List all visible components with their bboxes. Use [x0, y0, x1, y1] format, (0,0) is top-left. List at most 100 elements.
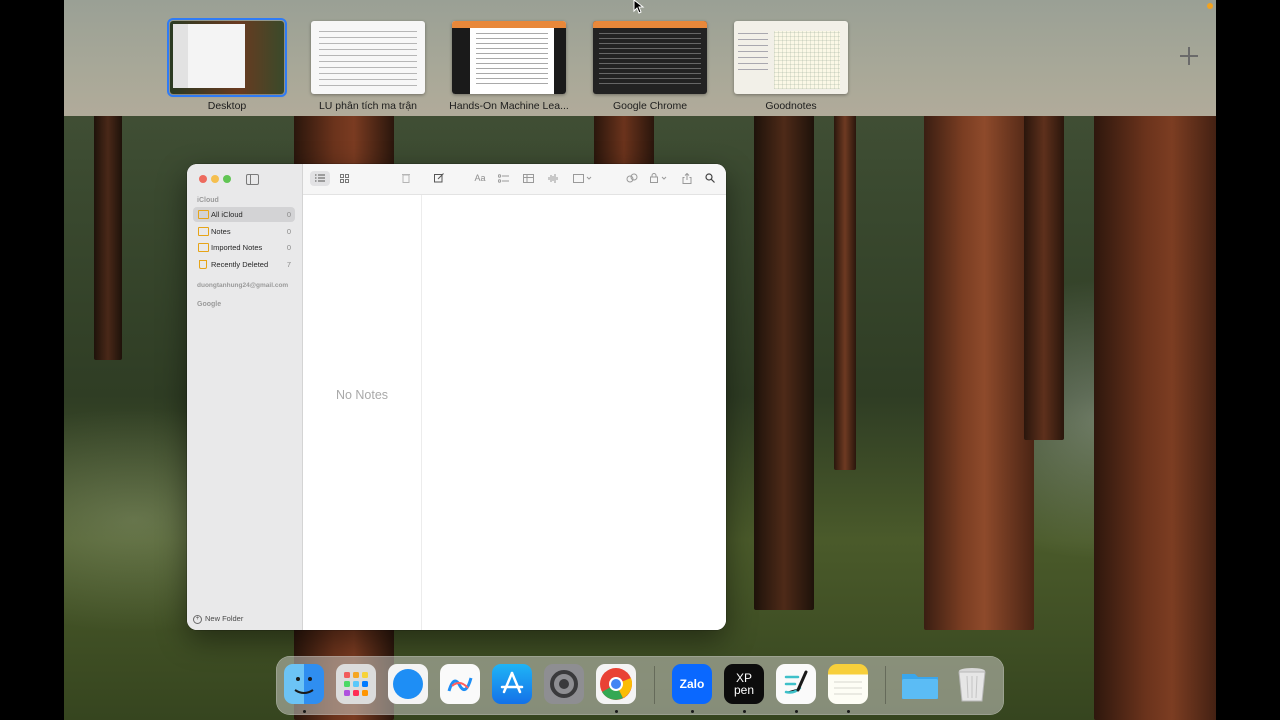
compose-icon	[434, 173, 444, 183]
space-label: Desktop	[207, 100, 247, 112]
mini-window	[173, 24, 245, 88]
plus-circle-icon: +	[193, 614, 202, 624]
waveform-icon	[548, 174, 558, 183]
folder-icon	[198, 210, 209, 219]
xppen-logo: XP pen	[724, 664, 764, 704]
wallpaper-tree	[1094, 110, 1216, 720]
dock-google-chrome[interactable]	[596, 664, 636, 704]
trash-icon	[199, 260, 207, 269]
trash-icon	[958, 668, 986, 702]
empty-state-text: No Notes	[335, 388, 389, 402]
audio-button[interactable]	[546, 171, 560, 186]
checklist-button[interactable]	[496, 171, 510, 186]
safari-compass-icon	[393, 669, 423, 699]
grid-icon	[339, 174, 349, 183]
notes-toolbar: Aa	[303, 164, 726, 195]
space-thumbnail	[311, 21, 425, 94]
space-label: LU phân tích ma trận	[318, 100, 418, 112]
folder-all-icloud[interactable]: All iCloud 0	[193, 207, 295, 222]
space-label: Google Chrome	[612, 100, 688, 112]
dock-finder[interactable]	[284, 664, 324, 704]
delete-note-button[interactable]	[399, 171, 413, 186]
mouse-cursor-icon	[633, 0, 645, 14]
folder-icon	[902, 674, 938, 699]
chrome-icon	[600, 668, 633, 700]
wallpaper-tree	[594, 110, 654, 170]
dock-xppen[interactable]: XP pen	[724, 664, 764, 704]
table-button[interactable]	[521, 171, 535, 186]
compose-note-button[interactable]	[432, 171, 446, 186]
google-section-title[interactable]: Google	[197, 301, 221, 308]
dock-notes[interactable]	[828, 664, 868, 704]
dock-freeform[interactable]	[440, 664, 480, 704]
list-view-icon	[315, 174, 325, 182]
lock-icon	[650, 173, 667, 183]
space-hands-on-ml[interactable]: Hands-On Machine Lea...	[449, 21, 569, 112]
dock-app-store[interactable]	[492, 664, 532, 704]
freeform-icon	[447, 677, 473, 692]
trash-icon	[402, 174, 410, 183]
launchpad-grid-icon	[344, 672, 368, 696]
format-label: Aa	[474, 173, 486, 183]
zalo-label: Zalo	[679, 677, 705, 691]
space-goodnotes[interactable]: Goodnotes	[734, 21, 848, 112]
share-icon	[682, 172, 692, 184]
photo-icon	[573, 174, 592, 183]
dock-goodnotes[interactable]	[776, 664, 816, 704]
folder-count: 0	[286, 243, 291, 252]
notes-list[interactable]: No Notes	[303, 195, 422, 630]
dock-downloads-folder[interactable]	[900, 664, 940, 704]
space-thumbnail	[167, 18, 287, 97]
dock-system-settings[interactable]	[544, 664, 584, 704]
space-desktop[interactable]: Desktop	[167, 18, 287, 112]
close-window-button[interactable]	[199, 175, 207, 183]
minimize-window-button[interactable]	[211, 175, 219, 183]
folder-count: 0	[286, 210, 291, 219]
maximize-window-button[interactable]	[223, 175, 231, 183]
folder-imported-notes[interactable]: Imported Notes 0	[193, 240, 295, 255]
gear-icon	[550, 670, 578, 698]
folder-notes[interactable]: Notes 0	[193, 224, 295, 239]
space-label: Goodnotes	[765, 100, 817, 112]
media-button[interactable]	[571, 171, 595, 186]
spaces-bar: Desktop LU phân tích ma trận Hands-On Ma…	[64, 0, 1216, 116]
space-label: Hands-On Machine Lea...	[449, 100, 569, 112]
folder-name: Notes	[211, 227, 231, 236]
dock-trash[interactable]	[952, 664, 992, 704]
dock: Zalo XP pen	[276, 656, 1004, 715]
folder-name: All iCloud	[211, 210, 243, 219]
collaborate-button[interactable]	[625, 171, 639, 186]
goodnotes-icon	[784, 670, 808, 694]
dock-zalo[interactable]: Zalo	[672, 664, 712, 704]
dock-safari[interactable]	[388, 664, 428, 704]
space-lu-analysis[interactable]: LU phân tích ma trận	[311, 21, 425, 112]
recording-indicator	[1207, 3, 1213, 9]
space-thumbnail	[734, 21, 848, 94]
gallery-view-button[interactable]	[336, 171, 352, 186]
format-button[interactable]: Aa	[471, 171, 489, 186]
app-store-icon	[500, 671, 524, 694]
wallpaper-tree	[754, 110, 814, 610]
gmail-account-title[interactable]: duongtanhung24@gmail.com	[197, 282, 288, 289]
search-icon	[705, 173, 715, 183]
notes-sidebar: iCloud All iCloud 0 Notes 0 Imported Not…	[187, 164, 303, 630]
checklist-icon	[497, 174, 509, 183]
collaborate-icon	[626, 173, 638, 183]
sidebar-toggle-icon[interactable]	[246, 174, 259, 185]
lock-button[interactable]	[648, 171, 670, 186]
space-google-chrome[interactable]: Google Chrome	[593, 21, 707, 112]
dock-launchpad[interactable]	[336, 664, 376, 704]
add-space-plus-icon[interactable]	[1180, 47, 1198, 65]
notes-window: iCloud All iCloud 0 Notes 0 Imported Not…	[187, 164, 726, 630]
share-button[interactable]	[680, 171, 694, 186]
note-editor[interactable]	[422, 195, 726, 630]
table-icon	[522, 174, 534, 183]
search-button[interactable]	[703, 171, 717, 186]
folder-name: Imported Notes	[211, 243, 263, 252]
wallpaper-tree	[834, 110, 856, 470]
new-folder-button[interactable]: + New Folder	[193, 614, 243, 626]
wallpaper-tree	[1024, 110, 1064, 440]
folder-recently-deleted[interactable]: Recently Deleted 7	[193, 257, 295, 272]
list-view-button[interactable]	[310, 171, 330, 186]
finder-icon	[294, 677, 314, 694]
